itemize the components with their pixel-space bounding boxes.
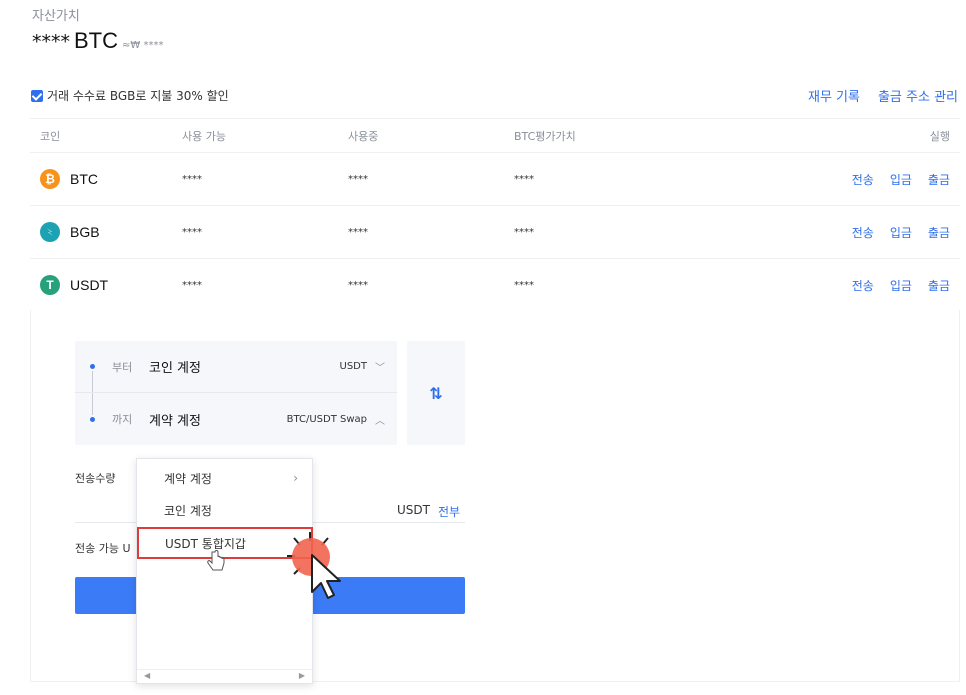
row-actions: 전송 입금 출금 xyxy=(852,171,950,188)
coin-cell: T USDT xyxy=(40,275,108,295)
transfer-link[interactable]: 전송 xyxy=(852,171,874,188)
coin-name: BTC xyxy=(70,171,98,187)
row-actions: 전송 입금 출금 xyxy=(852,277,950,294)
header-in-use: 사용중 xyxy=(348,129,379,143)
asset-value-label: 자산가치 xyxy=(32,9,80,24)
header-action: 실행 xyxy=(929,129,950,143)
dropdown-item-coin-account[interactable]: 코인 계정 xyxy=(137,495,312,525)
table-row: BGB **** **** **** 전송 입금 출금 xyxy=(30,205,960,258)
tether-icon: T xyxy=(40,275,60,295)
from-dot xyxy=(90,364,95,369)
in-use-value: **** xyxy=(348,279,368,291)
from-account: 코인 계정 xyxy=(149,361,201,376)
asset-approx: ≈₩ **** xyxy=(122,40,164,51)
asset-currency: BTC xyxy=(74,28,118,53)
click-indicator-icon xyxy=(287,532,341,599)
available-amount-label: 전송 가능 U xyxy=(75,542,131,555)
coin-name: BGB xyxy=(70,224,100,240)
asset-value: **** BTC ≈₩ **** xyxy=(32,28,163,54)
from-to-selector: 부터 코인 계정 USDT ﹀ 까지 계약 계정 BTC/USDT Swap ︿ xyxy=(75,341,397,445)
withdraw-link[interactable]: 출금 xyxy=(928,224,950,241)
in-use-value: **** xyxy=(348,226,368,238)
withdraw-address-link[interactable]: 출금 주소 관리 xyxy=(878,86,958,105)
to-pair-select[interactable]: BTC/USDT Swap ︿ xyxy=(287,412,385,427)
asset-table: 코인 사용 가능 사용중 BTC평가가치 실행 ₿ BTC **** **** … xyxy=(30,118,960,311)
deposit-link[interactable]: 입금 xyxy=(890,277,912,294)
withdraw-link[interactable]: 출금 xyxy=(928,277,950,294)
max-amount-button[interactable]: 전부 xyxy=(438,503,460,520)
deposit-link[interactable]: 입금 xyxy=(890,224,912,241)
to-account: 계약 계정 xyxy=(149,413,201,429)
bitget-icon xyxy=(40,222,60,242)
hand-pointer-icon xyxy=(207,550,225,571)
scroll-left-icon[interactable]: ◀ xyxy=(144,671,150,680)
bitcoin-icon: ₿ xyxy=(40,169,60,189)
header-btc-value: BTC평가가치 xyxy=(514,129,576,143)
amount-unit-label: USDT xyxy=(397,503,430,517)
coin-name: USDT xyxy=(70,277,109,293)
dropdown-item-contract-account[interactable]: 계약 계정 › xyxy=(137,463,312,493)
to-pair: BTC/USDT Swap xyxy=(286,413,367,425)
row-actions: 전송 입금 출금 xyxy=(852,224,950,241)
amount-unit: USDT 전부 xyxy=(397,503,460,520)
btc-value: **** xyxy=(514,173,534,185)
table-row: ₿ BTC **** **** **** 전송 입금 출금 xyxy=(30,152,960,205)
to-dot xyxy=(90,416,95,422)
coin-cell: BGB xyxy=(40,222,100,242)
in-use-value: **** xyxy=(348,173,368,185)
available-value: **** xyxy=(182,279,202,291)
dropdown-item-label: 계약 계정 xyxy=(164,471,212,486)
btc-value: **** xyxy=(514,279,534,291)
coin-cell: ₿ BTC xyxy=(40,169,98,189)
chevron-down-icon: ﹀ xyxy=(375,363,385,374)
top-links: 재무 기록 출금 주소 관리 xyxy=(808,86,958,105)
fee-discount-option[interactable]: 거래 수수료 BGB로 지불 30% 할인 xyxy=(31,87,229,104)
chevron-right-icon: › xyxy=(293,471,298,485)
transfer-link[interactable]: 전송 xyxy=(852,277,874,294)
available-value: **** xyxy=(182,226,202,238)
from-label: 부터 xyxy=(112,360,133,374)
to-label: 까지 xyxy=(112,413,133,426)
transfer-link[interactable]: 전송 xyxy=(852,224,874,241)
btc-value: **** xyxy=(514,226,534,238)
discount-label: 거래 수수료 BGB로 지불 30% 할인 xyxy=(47,89,229,103)
table-header: 코인 사용 가능 사용중 BTC평가가치 실행 xyxy=(30,118,960,152)
chevron-up-icon: ︿ xyxy=(375,415,385,427)
financial-records-link[interactable]: 재무 기록 xyxy=(808,86,860,105)
from-account-row[interactable]: 부터 코인 계정 USDT ﹀ xyxy=(75,341,397,393)
from-coin-select[interactable]: USDT ﹀ xyxy=(340,359,385,374)
available-value: **** xyxy=(182,173,202,185)
scroll-right-icon[interactable]: ▶ xyxy=(299,671,305,680)
asset-stars: **** xyxy=(32,31,70,53)
discount-checkbox[interactable] xyxy=(31,89,43,102)
amount-label: 전송수량 xyxy=(75,472,116,485)
swap-arrows-icon: ⇅ xyxy=(429,383,443,403)
header-coin: 코인 xyxy=(40,129,61,143)
swap-accounts-button[interactable]: ⇅ xyxy=(407,341,465,445)
deposit-link[interactable]: 입금 xyxy=(890,171,912,188)
withdraw-link[interactable]: 출금 xyxy=(928,171,950,188)
header-available: 사용 가능 xyxy=(182,129,226,143)
to-account-row[interactable]: 까지 계약 계정 BTC/USDT Swap ︿ xyxy=(75,393,397,445)
horizontal-scrollbar[interactable]: ◀ ▶ xyxy=(137,669,312,683)
dropdown-item-label: 코인 계정 xyxy=(164,503,212,518)
from-coin: USDT xyxy=(339,361,367,372)
table-row: T USDT **** **** **** 전송 입금 출금 xyxy=(30,258,960,311)
